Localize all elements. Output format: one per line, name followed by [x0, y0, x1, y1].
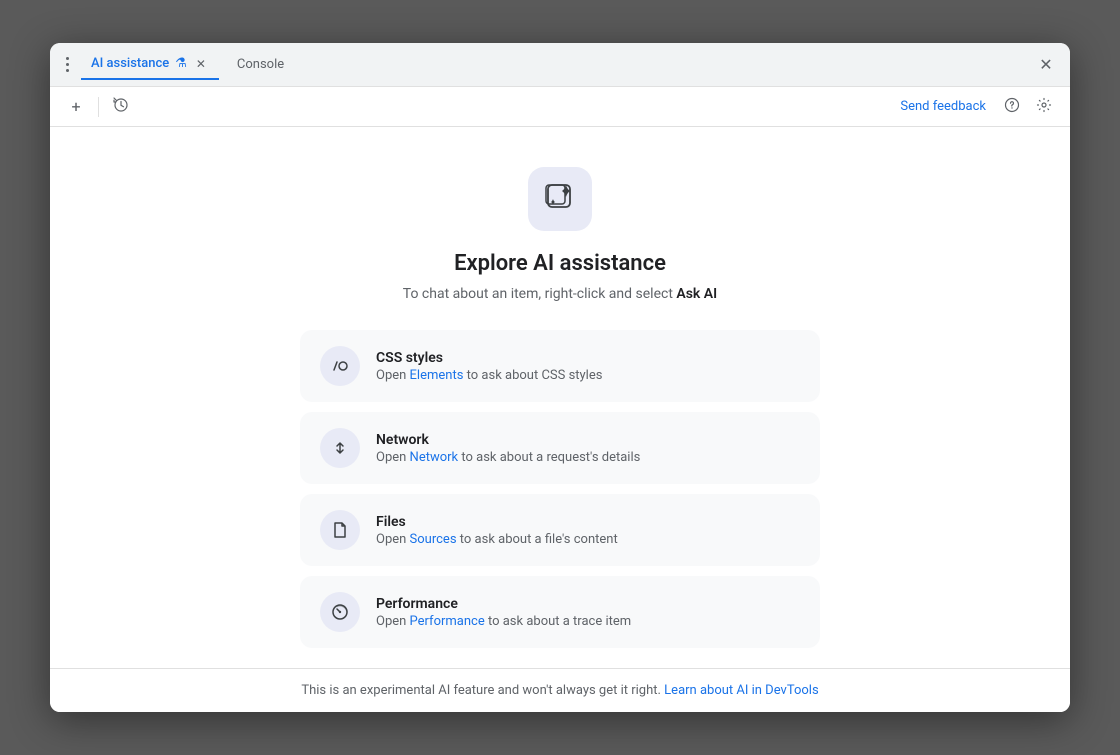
ai-sparkle-icon: [544, 181, 576, 217]
explore-title: Explore AI assistance: [454, 251, 666, 276]
toolbar-divider: [98, 97, 99, 117]
performance-card[interactable]: Performance Open Performance to ask abou…: [300, 576, 820, 648]
tab-ai-assistance[interactable]: AI assistance ⚗ ✕: [81, 50, 219, 80]
elements-link[interactable]: Elements: [410, 368, 464, 383]
tab-ai-assistance-label: AI assistance: [91, 56, 169, 71]
files-icon: [320, 510, 360, 550]
help-button[interactable]: [998, 93, 1026, 121]
css-styles-icon: [320, 346, 360, 386]
sources-link[interactable]: Sources: [410, 532, 457, 547]
settings-icon: [1036, 97, 1052, 117]
more-options-button[interactable]: [62, 53, 73, 76]
toolbar: + Send feedback: [50, 87, 1070, 127]
network-desc: Open Network to ask about a request's de…: [376, 450, 640, 465]
performance-icon: [320, 592, 360, 632]
tab-console[interactable]: Console: [227, 51, 294, 78]
footer-text: This is an experimental AI feature and w…: [301, 683, 664, 698]
performance-desc: Open Performance to ask about a trace it…: [376, 614, 631, 629]
explore-subtitle-bold: Ask AI: [676, 286, 717, 302]
title-bar: AI assistance ⚗ ✕ Console ✕: [50, 43, 1070, 87]
feature-cards: CSS styles Open Elements to ask about CS…: [300, 330, 820, 648]
css-styles-card[interactable]: CSS styles Open Elements to ask about CS…: [300, 330, 820, 402]
main-content: Explore AI assistance To chat about an i…: [50, 127, 1070, 668]
performance-link[interactable]: Performance: [410, 614, 485, 629]
devtools-window: AI assistance ⚗ ✕ Console ✕ +: [50, 43, 1070, 712]
help-icon: [1004, 97, 1020, 117]
tab-ai-assistance-close[interactable]: ✕: [193, 56, 209, 72]
network-text: Network Open Network to ask about a requ…: [376, 432, 640, 465]
performance-text: Performance Open Performance to ask abou…: [376, 596, 631, 629]
files-desc: Open Sources to ask about a file's conte…: [376, 532, 618, 547]
tab-console-label: Console: [237, 57, 284, 72]
network-icon: [320, 428, 360, 468]
css-styles-desc: Open Elements to ask about CSS styles: [376, 368, 602, 383]
history-button[interactable]: [107, 93, 135, 121]
window-close-button[interactable]: ✕: [1034, 53, 1058, 77]
css-styles-title: CSS styles: [376, 350, 602, 366]
learn-more-link[interactable]: Learn about AI in DevTools: [664, 683, 818, 698]
css-styles-text: CSS styles Open Elements to ask about CS…: [376, 350, 602, 383]
network-card[interactable]: Network Open Network to ask about a requ…: [300, 412, 820, 484]
flask-icon: ⚗: [175, 56, 187, 71]
files-card[interactable]: Files Open Sources to ask about a file's…: [300, 494, 820, 566]
network-link[interactable]: Network: [410, 450, 459, 465]
send-feedback-link[interactable]: Send feedback: [900, 99, 986, 114]
history-icon: [113, 97, 129, 117]
footer: This is an experimental AI feature and w…: [50, 668, 1070, 712]
plus-icon: +: [71, 97, 80, 116]
new-tab-button[interactable]: +: [62, 93, 90, 121]
network-title: Network: [376, 432, 640, 448]
explore-subtitle: To chat about an item, right-click and s…: [403, 286, 717, 302]
settings-button[interactable]: [1030, 93, 1058, 121]
ai-logo-container: [528, 167, 592, 231]
explore-subtitle-plain: To chat about an item, right-click and s…: [403, 286, 677, 302]
performance-title: Performance: [376, 596, 631, 612]
files-text: Files Open Sources to ask about a file's…: [376, 514, 618, 547]
files-title: Files: [376, 514, 618, 530]
